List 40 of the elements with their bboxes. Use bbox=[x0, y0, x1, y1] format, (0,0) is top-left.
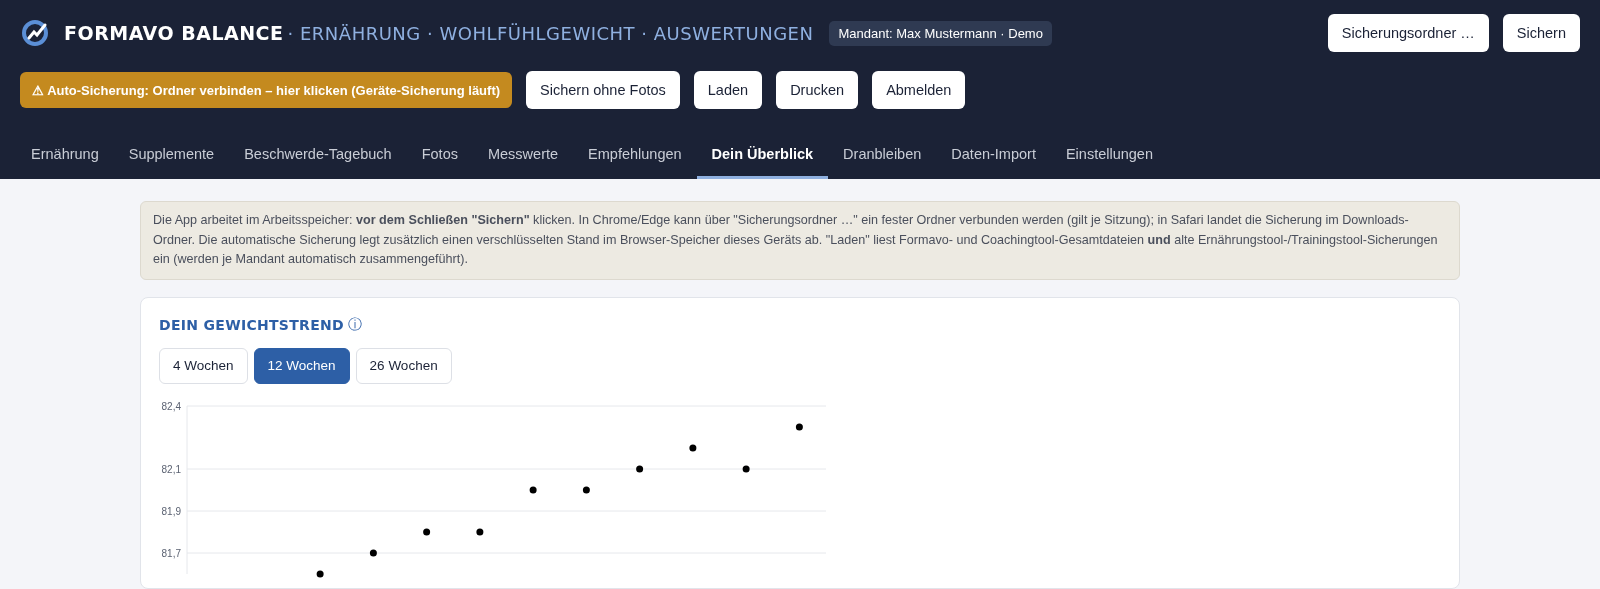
data-point bbox=[316, 570, 324, 577]
y-axis-label: 81,9 bbox=[161, 505, 181, 517]
nav-tab[interactable]: Dein Überblick bbox=[696, 132, 829, 179]
data-point bbox=[742, 465, 750, 472]
range-button[interactable]: 12 Wochen bbox=[253, 347, 350, 384]
nav-tab[interactable]: Supplemente bbox=[113, 132, 230, 179]
y-axis-label: 82,4 bbox=[161, 400, 181, 412]
toolbar-button[interactable]: Abmelden bbox=[872, 71, 966, 109]
data-point bbox=[423, 528, 431, 535]
nav-tab[interactable]: Daten-Import bbox=[936, 132, 1051, 179]
header-button[interactable]: Sichern bbox=[1502, 14, 1580, 52]
app-subtitle: · ERNÄHRUNG · WOHLFÜHLGEWICHT · AUSWERTUNGEN bbox=[287, 22, 814, 44]
toolbar-button[interactable]: Drucken bbox=[776, 71, 859, 109]
data-point bbox=[369, 549, 377, 556]
nav-tab[interactable]: Dranbleiben bbox=[828, 132, 937, 179]
tenant-badge: Mandant: Max Mustermann · Demo bbox=[829, 20, 1052, 46]
nav-tab[interactable]: Ernährung bbox=[16, 132, 114, 179]
data-point bbox=[529, 486, 537, 493]
data-point bbox=[689, 444, 697, 451]
nav-tab[interactable]: Messwerte bbox=[472, 132, 574, 179]
nav-tab[interactable]: Einstellungen bbox=[1050, 132, 1168, 179]
app-title: FORMAVO BALANCE bbox=[64, 22, 284, 44]
nav-tab[interactable]: Beschwerde-Tagebuch bbox=[229, 132, 407, 179]
logo-icon bbox=[20, 18, 50, 48]
card-title: DEIN GEWICHTSTREND bbox=[159, 316, 344, 333]
data-point bbox=[795, 423, 803, 430]
data-point bbox=[476, 528, 484, 535]
data-point bbox=[636, 465, 644, 472]
range-button[interactable]: 26 Wochen bbox=[355, 347, 452, 384]
nav-tab[interactable]: Fotos bbox=[406, 132, 473, 179]
toolbar-button[interactable]: Laden bbox=[693, 71, 763, 109]
toolbar-button[interactable]: Sichern ohne Fotos bbox=[526, 71, 680, 109]
range-button[interactable]: 4 Wochen bbox=[159, 347, 248, 384]
y-axis-label: 82,1 bbox=[161, 463, 181, 475]
header-button[interactable]: Sicherungsordner … bbox=[1327, 14, 1489, 52]
data-point bbox=[582, 486, 590, 493]
nav-tab[interactable]: Empfehlungen bbox=[573, 132, 697, 179]
y-axis-label: 81,7 bbox=[161, 547, 181, 559]
info-notice: Die App arbeitet im Arbeitsspeicher: vor dem Schließen "Sichern" klicken. In Chrome/Edge kann über "Sicherungsordner …" ein fester Ordner verbunden werden (gilt je Sitzung); in Safari landet die Sicherung im Downloads-Ordner. Die automatische Sicherung legt zusätzlich einen verschlüsselten Stand im Browser-Speicher dieses Geräts ab. "Laden" liest Formavo- und Coachingtool-Gesamtdateien und alte Ernährungstool-/Trainingstool-Sicherungen ein (werden je Mandant automatisch zusammengeführt). bbox=[140, 201, 1460, 280]
info-icon[interactable]: ⓘ bbox=[347, 315, 362, 334]
